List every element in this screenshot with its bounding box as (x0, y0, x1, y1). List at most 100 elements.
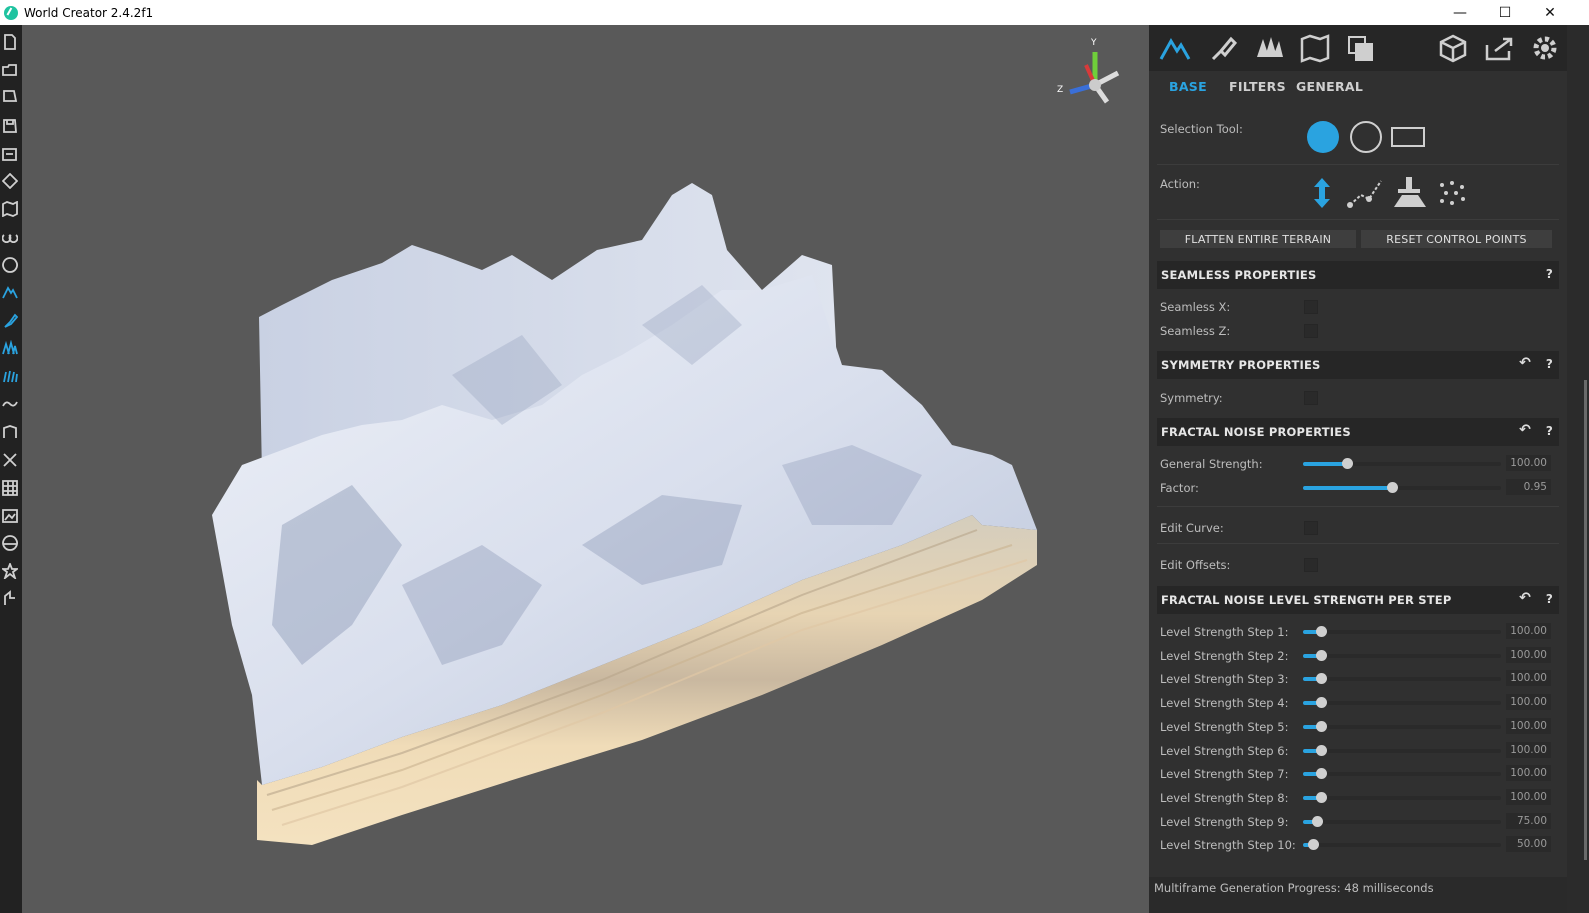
panel-scrollbar[interactable] (1567, 25, 1589, 913)
settings-star-icon[interactable] (2, 563, 18, 579)
open-folder-icon[interactable] (2, 62, 18, 78)
level-strength-slider[interactable] (1303, 697, 1501, 709)
level-strength-slider[interactable] (1303, 649, 1501, 661)
slider-knob[interactable] (1341, 458, 1353, 469)
globe-icon[interactable] (2, 257, 18, 273)
scrollbar-thumb[interactable] (1584, 380, 1587, 860)
level-strength-slider[interactable] (1303, 673, 1501, 685)
texture-icon[interactable] (2, 424, 18, 440)
save-as-icon[interactable] (2, 146, 18, 162)
level-strength-value[interactable]: 50.00 (1506, 836, 1551, 853)
stack-icon[interactable] (1345, 33, 1377, 63)
level-strength-value[interactable]: 100.00 (1506, 623, 1551, 639)
edit-curve-checkbox[interactable] (1304, 521, 1318, 535)
terrain-viewport[interactable]: Y Z (22, 25, 1149, 913)
fractal-level-strength-header[interactable]: FRACTAL NOISE LEVEL STRENGTH PER STEP ↶ … (1157, 586, 1559, 614)
save-icon[interactable] (2, 118, 18, 134)
tool-icon[interactable] (2, 590, 18, 606)
level-strength-value[interactable]: 100.00 (1506, 670, 1551, 687)
factor-value[interactable]: 0.95 (1506, 479, 1551, 495)
share-icon[interactable] (1483, 33, 1515, 63)
cube-export-icon[interactable] (1437, 33, 1469, 63)
tab-base[interactable]: BASE (1169, 79, 1207, 94)
forest-icon[interactable] (1253, 33, 1285, 63)
seamless-z-checkbox[interactable] (1304, 324, 1318, 338)
image-icon[interactable] (2, 508, 18, 524)
slider-knob[interactable] (1315, 697, 1327, 709)
level-strength-value[interactable]: 100.00 (1506, 646, 1551, 663)
path-tool-icon[interactable] (1347, 177, 1385, 209)
selection-circle-outline-icon[interactable] (1348, 119, 1384, 155)
slider-knob[interactable] (1387, 482, 1399, 493)
level-strength-value[interactable]: 75.00 (1506, 812, 1551, 829)
slider-knob[interactable] (1315, 626, 1327, 637)
tab-filters[interactable]: FILTERS (1229, 79, 1286, 94)
terrain-tool-icon[interactable] (1159, 33, 1191, 63)
brush-icon[interactable] (2, 313, 18, 329)
binoculars-icon[interactable] (2, 229, 18, 245)
seamless-x-checkbox[interactable] (1304, 300, 1318, 314)
level-strength-slider[interactable] (1303, 626, 1501, 637)
seamless-properties-header[interactable]: SEAMLESS PROPERTIES ? (1157, 261, 1559, 289)
help-icon[interactable]: ? (1546, 424, 1553, 438)
raise-lower-icon[interactable] (1310, 175, 1334, 211)
symmetry-checkbox[interactable] (1304, 391, 1318, 405)
slider-knob[interactable] (1315, 720, 1327, 732)
level-strength-slider[interactable] (1303, 839, 1501, 851)
grid-icon[interactable] (2, 480, 18, 496)
slider-knob[interactable] (1315, 673, 1327, 685)
selection-rectangle-icon[interactable] (1390, 125, 1426, 149)
map-layers-icon[interactable] (1299, 33, 1331, 63)
help-icon[interactable]: ? (1546, 357, 1553, 371)
undo-arrow-icon[interactable]: ↶ (1519, 355, 1531, 371)
fractal-noise-properties-header[interactable]: FRACTAL NOISE PROPERTIES ↶ ? (1157, 418, 1559, 446)
level-strength-value[interactable]: 100.00 (1506, 765, 1551, 782)
minimize-button[interactable]: — (1437, 0, 1483, 25)
level-strength-slider[interactable] (1303, 791, 1501, 803)
flatten-tool-icon[interactable] (1392, 175, 1428, 209)
level-strength-slider[interactable] (1303, 744, 1501, 756)
paint-brush-icon[interactable] (1207, 33, 1239, 63)
river-icon[interactable] (2, 396, 18, 412)
map-icon[interactable] (2, 201, 18, 217)
terrain-icon[interactable] (2, 284, 18, 300)
level-strength-value[interactable]: 100.00 (1506, 788, 1551, 805)
level-strength-value[interactable]: 100.00 (1506, 741, 1551, 758)
maximize-button[interactable]: ☐ (1482, 0, 1528, 25)
trees-icon[interactable] (2, 340, 18, 356)
level-strength-slider[interactable] (1303, 815, 1501, 827)
sphere-icon[interactable] (2, 535, 18, 551)
undo-arrow-icon[interactable]: ↶ (1519, 590, 1531, 606)
orientation-gizmo[interactable]: Y Z (1052, 37, 1132, 112)
settings-gear-icon[interactable] (1529, 33, 1561, 63)
level-strength-slider[interactable] (1303, 768, 1501, 780)
grass-icon[interactable] (2, 368, 18, 384)
open-recent-icon[interactable] (2, 88, 18, 104)
nodes-icon[interactable] (2, 452, 18, 468)
edit-offsets-checkbox[interactable] (1304, 558, 1318, 572)
level-strength-value[interactable]: 100.00 (1506, 694, 1551, 711)
slider-knob[interactable] (1315, 768, 1327, 780)
slider-knob[interactable] (1311, 815, 1323, 827)
slider-knob[interactable] (1315, 649, 1327, 661)
slider-knob[interactable] (1315, 791, 1327, 803)
scatter-points-icon[interactable] (1436, 177, 1468, 209)
help-icon[interactable]: ? (1546, 592, 1553, 606)
reset-control-points-button[interactable]: RESET CONTROL POINTS (1361, 230, 1552, 248)
help-icon[interactable]: ? (1546, 267, 1553, 281)
level-strength-value[interactable]: 100.00 (1506, 717, 1551, 734)
general-strength-value[interactable]: 100.00 (1506, 455, 1551, 471)
undo-arrow-icon[interactable]: ↶ (1519, 422, 1531, 438)
new-file-icon[interactable] (2, 34, 18, 50)
general-strength-slider[interactable] (1303, 458, 1501, 469)
close-button[interactable]: ✕ (1527, 0, 1573, 25)
selection-circle-filled-icon[interactable] (1305, 119, 1341, 155)
import-icon[interactable] (2, 173, 18, 189)
flatten-terrain-button[interactable]: FLATTEN ENTIRE TERRAIN (1160, 230, 1356, 248)
factor-slider[interactable] (1303, 482, 1501, 493)
symmetry-properties-header[interactable]: SYMMETRY PROPERTIES ↶ ? (1157, 351, 1559, 379)
level-strength-slider[interactable] (1303, 720, 1501, 732)
tab-general[interactable]: GENERAL (1296, 79, 1363, 94)
slider-knob[interactable] (1315, 744, 1327, 756)
slider-knob[interactable] (1307, 839, 1319, 851)
